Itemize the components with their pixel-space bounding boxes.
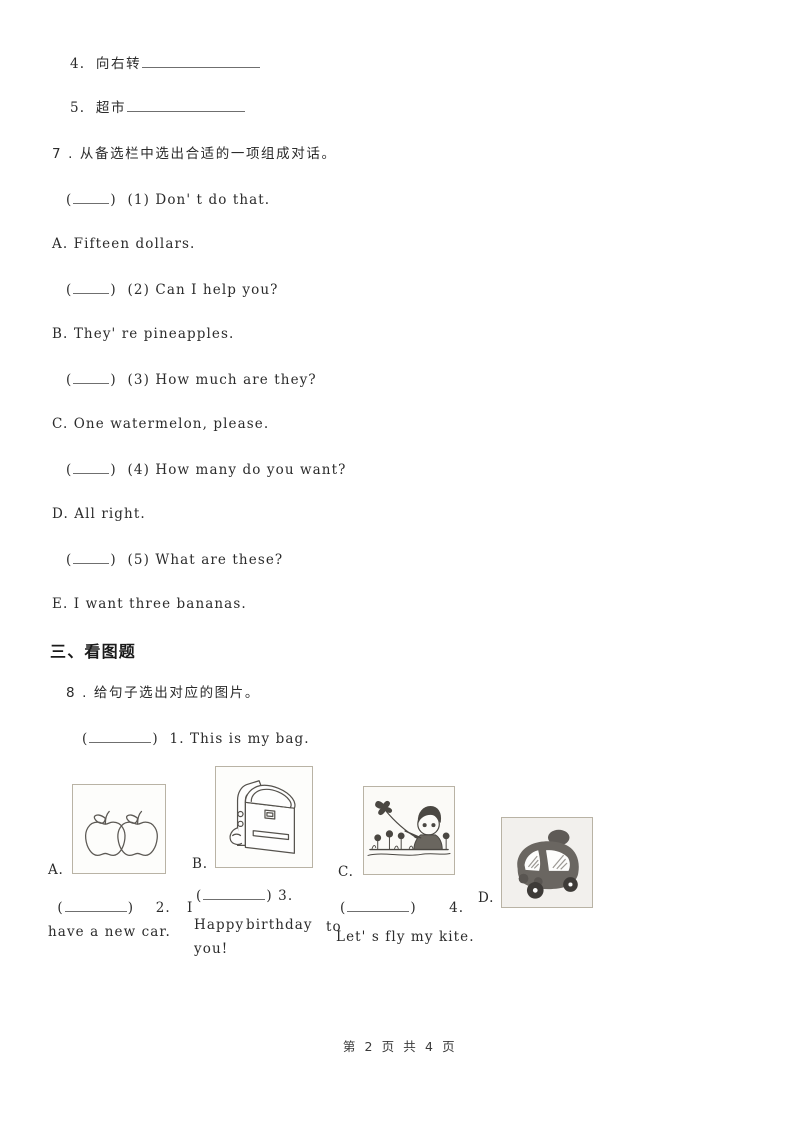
question-8-item-3-blank: () 3. bbox=[196, 886, 294, 904]
prompt-text: What are these? bbox=[155, 551, 284, 568]
item-text: 向右转 bbox=[95, 55, 142, 72]
item-number: 4. bbox=[70, 55, 86, 72]
prompt-number: (5) bbox=[127, 551, 150, 568]
paren-close: ) bbox=[110, 191, 117, 208]
question-7-prompt-1: () (1) Don' t do that. bbox=[66, 190, 270, 209]
item-text: 超市 bbox=[95, 99, 127, 116]
prompt-text: How much are they? bbox=[155, 371, 317, 388]
child-flying-kite-drawing bbox=[364, 787, 454, 874]
question-7-choice-c: C. One watermelon, please. bbox=[52, 415, 269, 433]
question-7-choice-d: D. All right. bbox=[52, 505, 146, 523]
question-8-item-3-word-2: birthday bbox=[246, 917, 313, 933]
answer-blank[interactable] bbox=[127, 98, 246, 112]
answer-blank[interactable] bbox=[142, 54, 261, 68]
paren-close: ) bbox=[110, 371, 117, 388]
prompt-number: (1) bbox=[127, 191, 150, 208]
prompt-text: Don' t do that. bbox=[155, 191, 271, 208]
question-7-prompt-4: () (4) How many do you want? bbox=[66, 460, 346, 479]
choice-letter: D. bbox=[52, 506, 69, 522]
paren-close: ) bbox=[110, 281, 117, 298]
choice-text: They' re pineapples. bbox=[73, 326, 235, 342]
item-number: 2. bbox=[155, 899, 171, 916]
answer-blank[interactable] bbox=[73, 280, 110, 294]
question-7-choice-e: E. I want three bananas. bbox=[52, 595, 247, 613]
question-8-item-1: () 1. This is my bag. bbox=[82, 729, 310, 747]
paren-open: ( bbox=[66, 191, 73, 208]
prompt-text: How many do you want? bbox=[155, 461, 347, 478]
answer-blank[interactable] bbox=[73, 460, 110, 474]
answer-blank[interactable] bbox=[203, 886, 266, 900]
translation-item-4: 4. 向右转 bbox=[70, 54, 261, 73]
choice-text: All right. bbox=[74, 506, 146, 522]
paren-open: ( bbox=[66, 371, 73, 388]
question-8-item-2-text: have a new car. bbox=[48, 924, 171, 940]
prompt-number: (3) bbox=[127, 371, 150, 388]
choice-letter: B. bbox=[52, 326, 69, 342]
picture-label-d: D. bbox=[478, 890, 495, 906]
question-7-heading: 7 . 从备选栏中选出合适的一项组成对话。 bbox=[52, 146, 337, 162]
choice-letter: A. bbox=[52, 236, 69, 252]
item-text: This is my bag. bbox=[190, 730, 310, 747]
question-7-choice-b: B. They' re pineapples. bbox=[52, 325, 234, 343]
grey-cartoon-car-drawing bbox=[502, 818, 592, 907]
translation-item-5: 5. 超市 bbox=[70, 98, 246, 117]
picture-option-a[interactable] bbox=[72, 784, 166, 874]
paren-open: ( bbox=[66, 551, 73, 568]
document-page: 4. 向右转 5. 超市 7 . 从备选栏中选出合适的一项组成对话。 () (1… bbox=[0, 0, 800, 1132]
picture-label-b: B. bbox=[192, 856, 208, 872]
answer-blank[interactable] bbox=[73, 370, 110, 384]
choice-letter: E. bbox=[52, 596, 69, 612]
picture-option-b[interactable] bbox=[215, 766, 313, 868]
choice-text: Fifteen dollars. bbox=[73, 236, 196, 252]
paren-close: ) bbox=[110, 461, 117, 478]
item-number: 1. bbox=[169, 730, 185, 747]
item-number: 5. bbox=[70, 99, 86, 116]
question-8-item-4-blank: () 4. bbox=[340, 898, 465, 916]
page-footer: 第 2 页 共 4 页 bbox=[342, 1039, 458, 1054]
question-7-prompt-2: () (2) Can I help you? bbox=[66, 280, 279, 299]
question-8-heading: 8 . 给句子选出对应的图片。 bbox=[66, 685, 260, 701]
question-8-item-4-text: Let' s fly my kite. bbox=[336, 929, 475, 945]
picture-label-c: C. bbox=[338, 864, 354, 880]
picture-option-c[interactable] bbox=[363, 786, 455, 875]
answer-blank[interactable] bbox=[64, 898, 127, 912]
picture-label-a: A. bbox=[48, 862, 64, 878]
item-text-a: I bbox=[186, 899, 194, 916]
answer-blank[interactable] bbox=[89, 729, 152, 743]
question-7-prompt-3: () (3) How much are they? bbox=[66, 370, 317, 389]
question-8-item-3-word-1: Happy bbox=[194, 917, 245, 933]
prompt-number: (4) bbox=[127, 461, 150, 478]
section-3-heading: 三、看图题 bbox=[50, 642, 137, 661]
item-number: 4. bbox=[449, 899, 465, 916]
prompt-text: Can I help you? bbox=[155, 281, 279, 298]
question-7-prompt-5: () (5) What are these? bbox=[66, 550, 283, 569]
question-7-choice-a: A. Fifteen dollars. bbox=[52, 235, 195, 253]
answer-blank[interactable] bbox=[347, 898, 410, 912]
paren-close: ) bbox=[110, 551, 117, 568]
choice-text: One watermelon, please. bbox=[73, 416, 270, 432]
choice-letter: C. bbox=[52, 416, 69, 432]
choice-text: I want three bananas. bbox=[73, 596, 247, 612]
two-apples-line-drawing bbox=[84, 810, 158, 857]
question-8-item-3-word-4: you! bbox=[194, 941, 229, 957]
answer-blank[interactable] bbox=[73, 550, 110, 564]
question-8-item-2-blank: () 2. I bbox=[52, 898, 194, 916]
picture-option-d[interactable] bbox=[501, 817, 593, 908]
prompt-number: (2) bbox=[127, 281, 150, 298]
answer-blank[interactable] bbox=[73, 190, 110, 204]
paren-open: ( bbox=[66, 281, 73, 298]
school-backpack-line-drawing bbox=[229, 780, 296, 854]
item-number: 3. bbox=[278, 887, 294, 904]
paren-open: ( bbox=[66, 461, 73, 478]
